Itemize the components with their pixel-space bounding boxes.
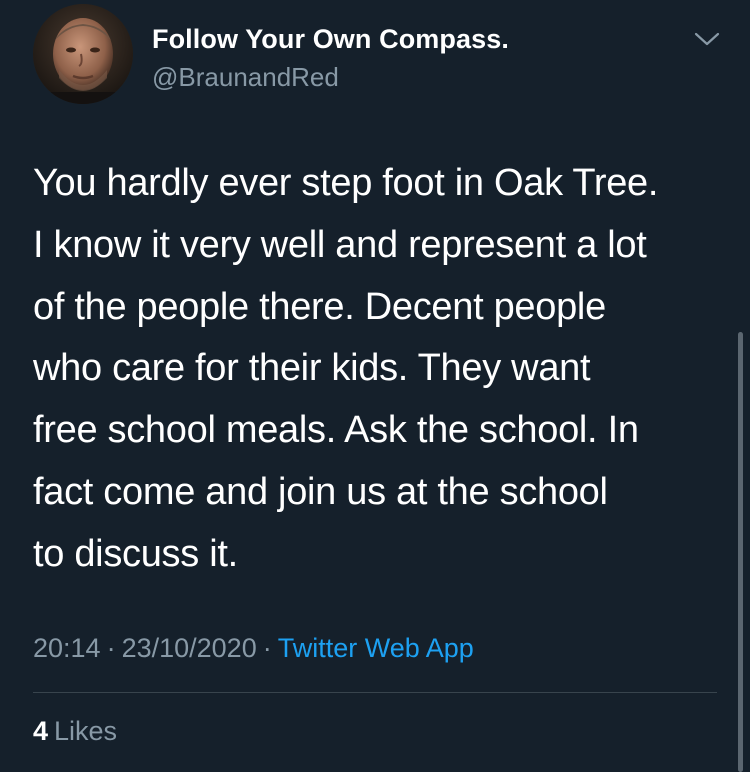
profile-photo-icon [33,4,133,104]
tweet-detail: Follow Your Own Compass. @BraunandRed Yo… [0,0,750,772]
likes-count: 4 [33,716,49,746]
tweet-body: You hardly ever step foot in Oak Tree. I… [33,162,659,575]
more-options-button[interactable] [690,26,724,52]
scrollbar[interactable] [738,332,743,772]
chevron-down-icon [694,32,720,46]
tweet-time[interactable]: 20:14 [33,633,101,663]
separator-dot: · [106,633,116,663]
tweet-date[interactable]: 23/10/2020 [122,633,257,663]
author-display-name[interactable]: Follow Your Own Compass. [152,24,509,55]
likes-stat[interactable]: 4 Likes [33,716,117,747]
tweet-metadata: 20:14 · 23/10/2020 · Twitter Web App [33,633,474,664]
divider [33,692,717,693]
likes-label: Likes [54,716,118,746]
separator-dot: · [262,633,272,663]
source-app-link[interactable]: Twitter Web App [278,633,474,663]
author-handle[interactable]: @BraunandRed [152,62,339,93]
avatar[interactable] [33,4,133,104]
